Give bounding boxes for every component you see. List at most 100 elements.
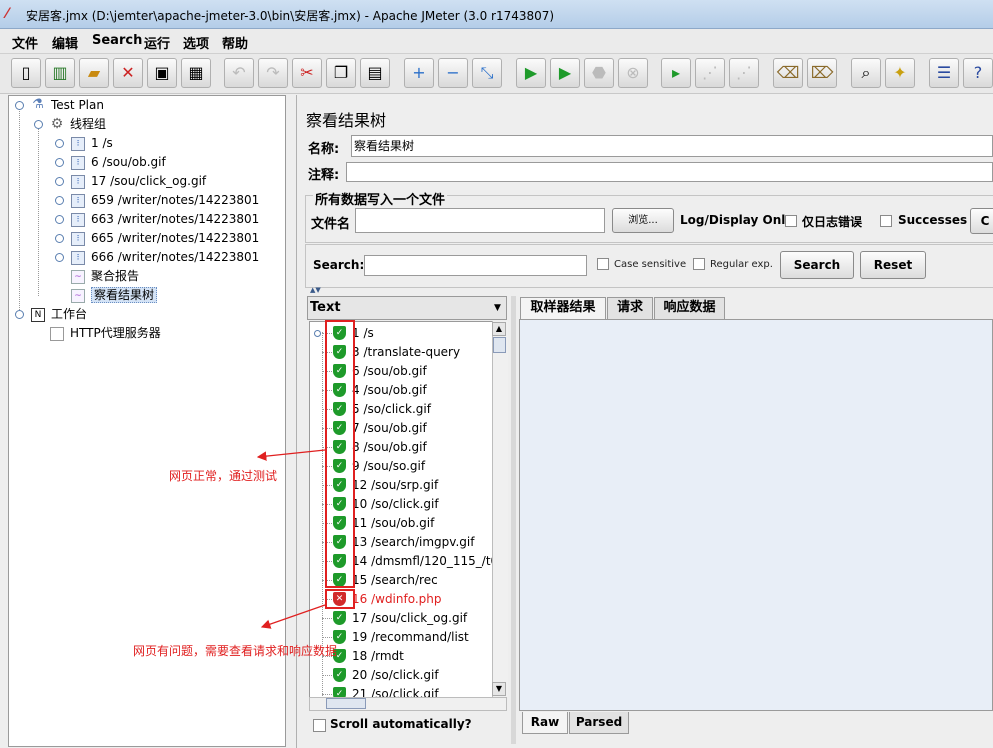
search-input[interactable] <box>364 255 587 276</box>
menu-help[interactable]: 帮助 <box>222 33 248 52</box>
templates-icon[interactable]: ▥ <box>45 58 75 88</box>
tree-toggle[interactable] <box>314 330 321 337</box>
function-helper-icon[interactable]: ☰ <box>929 58 959 88</box>
logdisplay-label: Log/Display Only: <box>680 213 798 227</box>
window-title: 安居客.jmx (D:\jemter\apache-jmeter-3.0\bin… <box>26 9 555 23</box>
tree-toggle[interactable] <box>15 310 24 319</box>
result-item[interactable]: ✓ 20 /so/click.gif <box>310 666 494 685</box>
cut-icon[interactable]: ✂ <box>292 58 322 88</box>
tree-toggle[interactable] <box>55 158 64 167</box>
start-no-pause-icon[interactable]: ▶ <box>550 58 580 88</box>
tree-sampler[interactable]: ⁝ 665 /writer/notes/14223801 <box>71 229 259 247</box>
scroll-auto-checkbox[interactable] <box>313 719 326 732</box>
result-item[interactable]: ✓ 18 /rmdt <box>310 647 494 666</box>
tree-sampler[interactable]: ⁝ 6 /sou/ob.gif <box>71 153 166 171</box>
result-item[interactable]: ✓ 19 /recommand/list <box>310 628 494 647</box>
tab-raw[interactable]: Raw <box>522 712 568 734</box>
clear-icon[interactable]: ⌫ <box>773 58 803 88</box>
remote-start-icon[interactable]: ▸ <box>661 58 691 88</box>
save-as-icon[interactable]: ▦ <box>181 58 211 88</box>
case-sensitive-label: Case sensitive <box>614 259 687 270</box>
errors-only-checkbox[interactable] <box>785 215 797 227</box>
successes-checkbox[interactable] <box>880 215 892 227</box>
redo-icon[interactable]: ↷ <box>258 58 288 88</box>
menu-run[interactable]: 运行 <box>144 33 170 52</box>
undo-icon[interactable]: ↶ <box>224 58 254 88</box>
tab-request[interactable]: 请求 <box>607 297 653 319</box>
save-icon[interactable]: ▣ <box>147 58 177 88</box>
error-annotation: 网页有问题，需要查看请求和响应数据 <box>133 644 338 658</box>
shutdown-icon[interactable]: ⊗ <box>618 58 648 88</box>
result-label: 19 /recommand/list <box>352 630 469 644</box>
scroll-thumb[interactable] <box>493 337 506 353</box>
search-binoculars-icon[interactable]: ⌕ <box>851 58 881 88</box>
tree-aggregate-report[interactable]: ~ 聚合报告 <box>71 267 139 285</box>
comment-field[interactable] <box>346 162 993 182</box>
panel-title: 察看结果树 <box>306 111 387 130</box>
reset-search-icon[interactable]: ✦ <box>885 58 915 88</box>
menu-options[interactable]: 选项 <box>183 33 209 52</box>
splitter-arrows-icon[interactable]: ▲▼ <box>310 286 321 294</box>
result-item[interactable]: ✓ 17 /sou/click_og.gif <box>310 609 494 628</box>
case-sensitive-checkbox[interactable] <box>597 258 609 270</box>
stop-icon[interactable]: ⬣ <box>584 58 614 88</box>
tree-thread-group[interactable]: ⚙ 线程组 <box>50 115 106 133</box>
regular-exp-checkbox[interactable] <box>693 258 705 270</box>
start-icon[interactable]: ▶ <box>516 58 546 88</box>
tree-toggle[interactable] <box>55 253 64 262</box>
search-button[interactable]: Search <box>780 251 854 279</box>
sampler-icon: ⁝ <box>71 212 85 227</box>
close-file-icon[interactable]: ✕ <box>113 58 143 88</box>
filename-input[interactable] <box>355 208 605 233</box>
results-scrollbar[interactable] <box>492 321 508 697</box>
tree-sampler[interactable]: ⁝ 1 /s <box>71 134 113 152</box>
menu-edit[interactable]: 编辑 <box>52 33 78 52</box>
tree-toggle[interactable] <box>15 101 24 110</box>
open-icon[interactable]: ▰ <box>79 58 109 88</box>
collapse-icon[interactable]: − <box>438 58 468 88</box>
graph-icon: ~ <box>71 288 85 303</box>
tree-toggle[interactable] <box>55 234 64 243</box>
menu-file[interactable]: 文件 <box>12 33 38 52</box>
remote-shutdown-icon[interactable]: ⋰ <box>729 58 759 88</box>
remote-stop-icon[interactable]: ⋰ <box>695 58 725 88</box>
name-field[interactable]: 察看结果树 <box>351 135 993 157</box>
tab-sampler-result[interactable]: 取样器结果 <box>520 297 606 319</box>
paste-icon[interactable]: ▤ <box>360 58 390 88</box>
tree-sampler[interactable]: ⁝ 659 /writer/notes/14223801 <box>71 191 259 209</box>
scroll-down-icon[interactable]: ▼ <box>492 682 506 696</box>
configure-button[interactable]: C <box>970 208 993 234</box>
tree-toggle[interactable] <box>55 177 64 186</box>
copy-icon[interactable]: ❐ <box>326 58 356 88</box>
tree-toggle[interactable] <box>55 215 64 224</box>
browse-button[interactable]: 浏览... <box>612 208 674 233</box>
menu-search[interactable]: Search <box>92 33 142 48</box>
renderer-select[interactable]: Text <box>307 296 507 320</box>
tree-sampler[interactable]: ⁝ 663 /writer/notes/14223801 <box>71 210 259 228</box>
scroll-up-icon[interactable]: ▲ <box>492 322 506 336</box>
splitter[interactable] <box>511 296 516 744</box>
toggle-icon[interactable]: ⤡ <box>472 58 502 88</box>
tree-http-proxy[interactable]: HTTP代理服务器 <box>50 324 161 342</box>
tree-sampler[interactable]: ⁝ 17 /sou/click_og.gif <box>71 172 206 190</box>
hscroll-thumb[interactable] <box>326 698 366 709</box>
tree-test-plan[interactable]: ⚗ Test Plan <box>31 96 104 114</box>
result-label: 3 /translate-query <box>352 345 461 359</box>
tab-parsed[interactable]: Parsed <box>569 712 629 734</box>
tree-workbench[interactable]: N 工作台 <box>31 305 87 323</box>
clear-all-icon[interactable]: ⌦ <box>807 58 837 88</box>
tree-toggle[interactable] <box>55 139 64 148</box>
tree-toggle[interactable] <box>34 120 43 129</box>
tree-toggle[interactable] <box>55 196 64 205</box>
tab-response-data[interactable]: 响应数据 <box>654 297 725 319</box>
result-label: 17 /sou/click_og.gif <box>352 611 468 625</box>
reset-button[interactable]: Reset <box>860 251 926 279</box>
result-label: 12 /sou/srp.gif <box>352 478 439 492</box>
tree-sampler[interactable]: ⁝ 666 /writer/notes/14223801 <box>71 248 259 266</box>
help-icon[interactable]: ? <box>963 58 993 88</box>
tree-view-results-tree[interactable]: ~ 察看结果树 <box>71 286 158 304</box>
result-content-area[interactable] <box>519 319 993 711</box>
chevron-down-icon[interactable]: ▼ <box>489 297 506 319</box>
new-icon[interactable]: ▯ <box>11 58 41 88</box>
expand-icon[interactable]: + <box>404 58 434 88</box>
